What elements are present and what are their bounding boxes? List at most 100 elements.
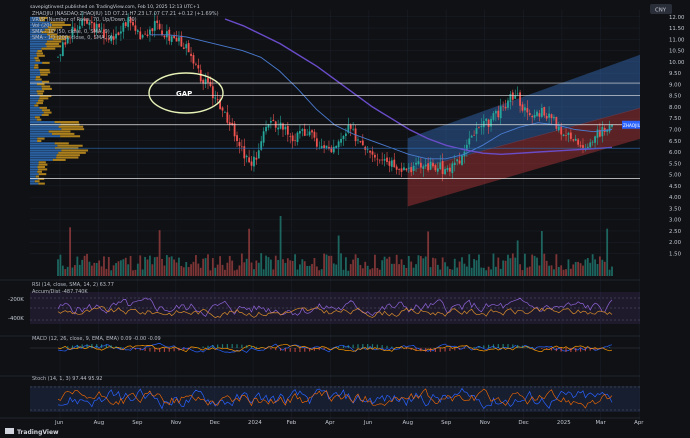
macd-hist xyxy=(279,348,282,351)
volume-bar xyxy=(245,258,248,276)
vp-bar-down xyxy=(38,163,48,166)
vp-bar-down xyxy=(43,111,52,114)
chart-canvas[interactable]: 9.068.517.216.174.82ZHAOJIU 75.0050.0025… xyxy=(0,0,690,438)
volume-bar xyxy=(146,259,149,276)
volume-bar xyxy=(163,265,166,276)
vp-bar-up xyxy=(30,116,35,119)
candle-body xyxy=(185,44,188,49)
price-tick: 10.00 xyxy=(669,60,685,66)
candle-body xyxy=(540,107,543,117)
vp-bar-up xyxy=(30,132,52,135)
candle-body xyxy=(332,146,335,153)
volume-bar xyxy=(165,255,168,276)
macd-hist xyxy=(139,348,141,351)
volume-bar xyxy=(478,254,480,276)
price-flag-text: ZHAOJIU xyxy=(623,123,641,128)
vp-bar-up xyxy=(30,92,38,95)
volume-bar xyxy=(57,259,59,276)
candle-body xyxy=(366,149,369,150)
vp-bar-down xyxy=(46,45,62,48)
volume-bar xyxy=(511,253,514,276)
volume-bar xyxy=(507,254,509,276)
vp-bar-down xyxy=(36,90,45,93)
vp-bar-up xyxy=(30,68,40,71)
macd-hist xyxy=(584,348,586,352)
volume-bar xyxy=(550,265,553,276)
price-tick: 10.50 xyxy=(669,49,685,55)
macd-hist xyxy=(589,348,591,351)
candle-body xyxy=(531,116,534,118)
volume-bar xyxy=(122,259,125,276)
volume-bar xyxy=(100,266,103,276)
candle-body xyxy=(434,165,437,171)
candle-body xyxy=(533,114,536,118)
candle-body xyxy=(453,162,456,165)
volume-bar xyxy=(427,231,430,276)
volume-bar xyxy=(272,269,275,276)
candle-body xyxy=(182,47,185,49)
volume-bar xyxy=(519,264,521,276)
vp-bar-up xyxy=(30,61,43,64)
candle-body xyxy=(207,78,209,83)
macd-hist xyxy=(144,348,146,352)
volume-bar xyxy=(105,268,108,276)
price-tick: 7.00 xyxy=(669,127,682,133)
volume-bar xyxy=(533,255,536,276)
candle-body xyxy=(359,141,362,143)
publish-line: savepigtinvest published on TradingView.… xyxy=(30,4,200,10)
candle-body xyxy=(139,31,142,40)
candle-body xyxy=(519,92,521,106)
candle-body xyxy=(296,132,299,143)
candle-body xyxy=(98,23,101,28)
vp-bar-up xyxy=(30,151,59,154)
volume-bar xyxy=(366,265,369,276)
macd-hist xyxy=(294,348,296,352)
candle-body xyxy=(456,159,459,162)
chart-stage: 9.068.517.216.174.82ZHAOJIU 75.0050.0025… xyxy=(0,0,690,438)
volume-bar xyxy=(219,256,221,276)
volume-bar xyxy=(521,270,524,276)
candle-body xyxy=(374,154,376,158)
rsi-left-label-2: -400K xyxy=(8,316,24,322)
volume-bar xyxy=(328,255,330,276)
macd-hist xyxy=(386,345,388,348)
volume-bar xyxy=(548,265,551,276)
volume-bar xyxy=(577,261,580,276)
volume-bar xyxy=(132,270,134,276)
price-tick: 11.50 xyxy=(669,26,685,32)
candle-body xyxy=(417,161,420,165)
candle-body xyxy=(579,145,582,147)
candle-body xyxy=(567,132,570,136)
vp-bar-down xyxy=(61,149,89,152)
volume-bar xyxy=(589,262,592,276)
candle-body xyxy=(390,160,393,167)
vp-bar-up xyxy=(30,54,37,57)
price-tick: 12.00 xyxy=(669,15,685,21)
grid xyxy=(0,10,690,420)
macd-hist xyxy=(299,348,301,352)
vp-bar-up xyxy=(30,106,40,109)
time-tick: 2024 xyxy=(248,420,262,426)
volume-bar xyxy=(61,265,64,276)
volume-bar xyxy=(444,262,446,276)
volume-bar xyxy=(586,258,589,276)
candle-body xyxy=(507,100,509,108)
macd-hist xyxy=(478,346,480,348)
vp-bar-down xyxy=(60,135,81,138)
volume-bar xyxy=(337,235,340,276)
volume-bar xyxy=(582,265,584,276)
candle-body xyxy=(526,108,529,113)
candle-body xyxy=(122,22,125,32)
candle-body xyxy=(480,126,483,128)
volume-bar xyxy=(514,257,517,276)
candle-body xyxy=(180,35,183,47)
volume-bar xyxy=(262,269,265,276)
volume-bar xyxy=(383,256,386,276)
volume-bar xyxy=(199,267,202,276)
candle-body xyxy=(601,126,604,137)
candle-body xyxy=(589,142,592,148)
vp-bar-down xyxy=(34,104,39,107)
macd-hist xyxy=(318,348,320,351)
volume-bar xyxy=(419,256,422,276)
vp-bar-up xyxy=(30,173,39,176)
